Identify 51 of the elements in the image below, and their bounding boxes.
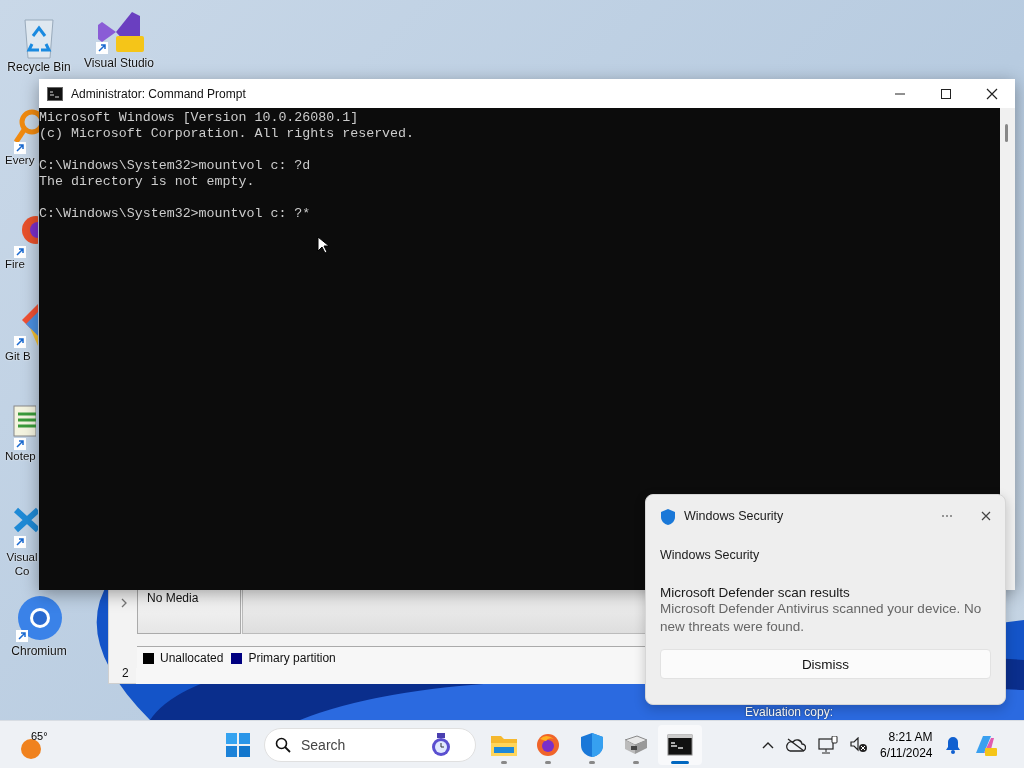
- desktop-icon-label[interactable]: Notep: [5, 450, 36, 462]
- scroll-bar[interactable]: [1000, 108, 1015, 590]
- shield-icon: [660, 507, 676, 525]
- notepad-app-icon[interactable]: [12, 404, 36, 450]
- chromium-app-icon[interactable]: [14, 594, 64, 644]
- console-line: C:\Windows\System32>mountvol c: ?*: [39, 206, 312, 222]
- console-line: The directory is not empty.: [39, 174, 256, 190]
- legend-label: Primary partition: [248, 651, 336, 665]
- clock[interactable]: 8:21 AM 6/11/2024: [880, 729, 933, 761]
- dismiss-button[interactable]: Dismiss: [660, 649, 991, 679]
- desktop-icon-label[interactable]: Every: [5, 154, 35, 166]
- search-bar[interactable]: Search: [264, 728, 476, 762]
- legend-label: Unallocated: [160, 651, 224, 665]
- folder-icon[interactable]: [490, 733, 518, 757]
- desktop-icon-label[interactable]: Git B: [5, 350, 31, 362]
- chevron-up-icon[interactable]: [762, 741, 774, 749]
- close-icon[interactable]: [981, 511, 991, 521]
- weather-widget[interactable]: 65°: [20, 727, 56, 761]
- desktop-icon-label[interactable]: Chromium: [11, 644, 67, 658]
- desktop-icon-label[interactable]: Visual Co: [5, 550, 39, 578]
- search-icon: [275, 737, 291, 753]
- maximize-icon: [940, 87, 952, 100]
- window-title: Administrator: Command Prompt: [71, 86, 247, 101]
- chevron-right-icon[interactable]: [120, 598, 128, 608]
- cloud-icon[interactable]: [786, 738, 806, 752]
- evaluation-watermark-text: Evaluation copy:: [745, 706, 834, 719]
- desktop-icon-label[interactable]: Visual Studio: [84, 56, 154, 70]
- status-text: 2: [122, 666, 129, 680]
- console-icon: [47, 86, 63, 101]
- mouse-pointer-icon: [317, 236, 329, 254]
- notification-source: Windows Security: [660, 548, 761, 562]
- console-line: Microsoft Windows [Version 10.0.26080.1]: [39, 110, 360, 126]
- network-icon[interactable]: [818, 736, 838, 754]
- console-line: (c) Microsoft Corporation. All rights reserved.: [39, 126, 416, 142]
- tool-icon[interactable]: [623, 734, 649, 756]
- notification-body: Microsoft Defender Antivirus scanned your device. No new threats were found.: [660, 600, 983, 636]
- console-line: C:\Windows\System32>mountvol c: ?d: [39, 158, 312, 174]
- close-icon: [986, 87, 998, 100]
- desktop-icon-label[interactable]: Recycle Bin: [7, 60, 71, 74]
- shield-icon[interactable]: [580, 732, 604, 758]
- app-name: Windows Security: [684, 509, 785, 523]
- terminal-icon[interactable]: [667, 734, 693, 756]
- start-button[interactable]: [226, 733, 250, 757]
- browser-icon[interactable]: [536, 733, 560, 757]
- taskbar-app-button[interactable]: [658, 725, 702, 765]
- desktop-icon-label[interactable]: Fire: [5, 258, 25, 270]
- speaker-muted-icon[interactable]: [850, 737, 868, 753]
- more-options-icon[interactable]: [941, 514, 953, 518]
- search-field[interactable]: Search: [299, 736, 423, 754]
- stopwatch-icon[interactable]: [431, 733, 451, 757]
- bell-icon[interactable]: [944, 736, 961, 754]
